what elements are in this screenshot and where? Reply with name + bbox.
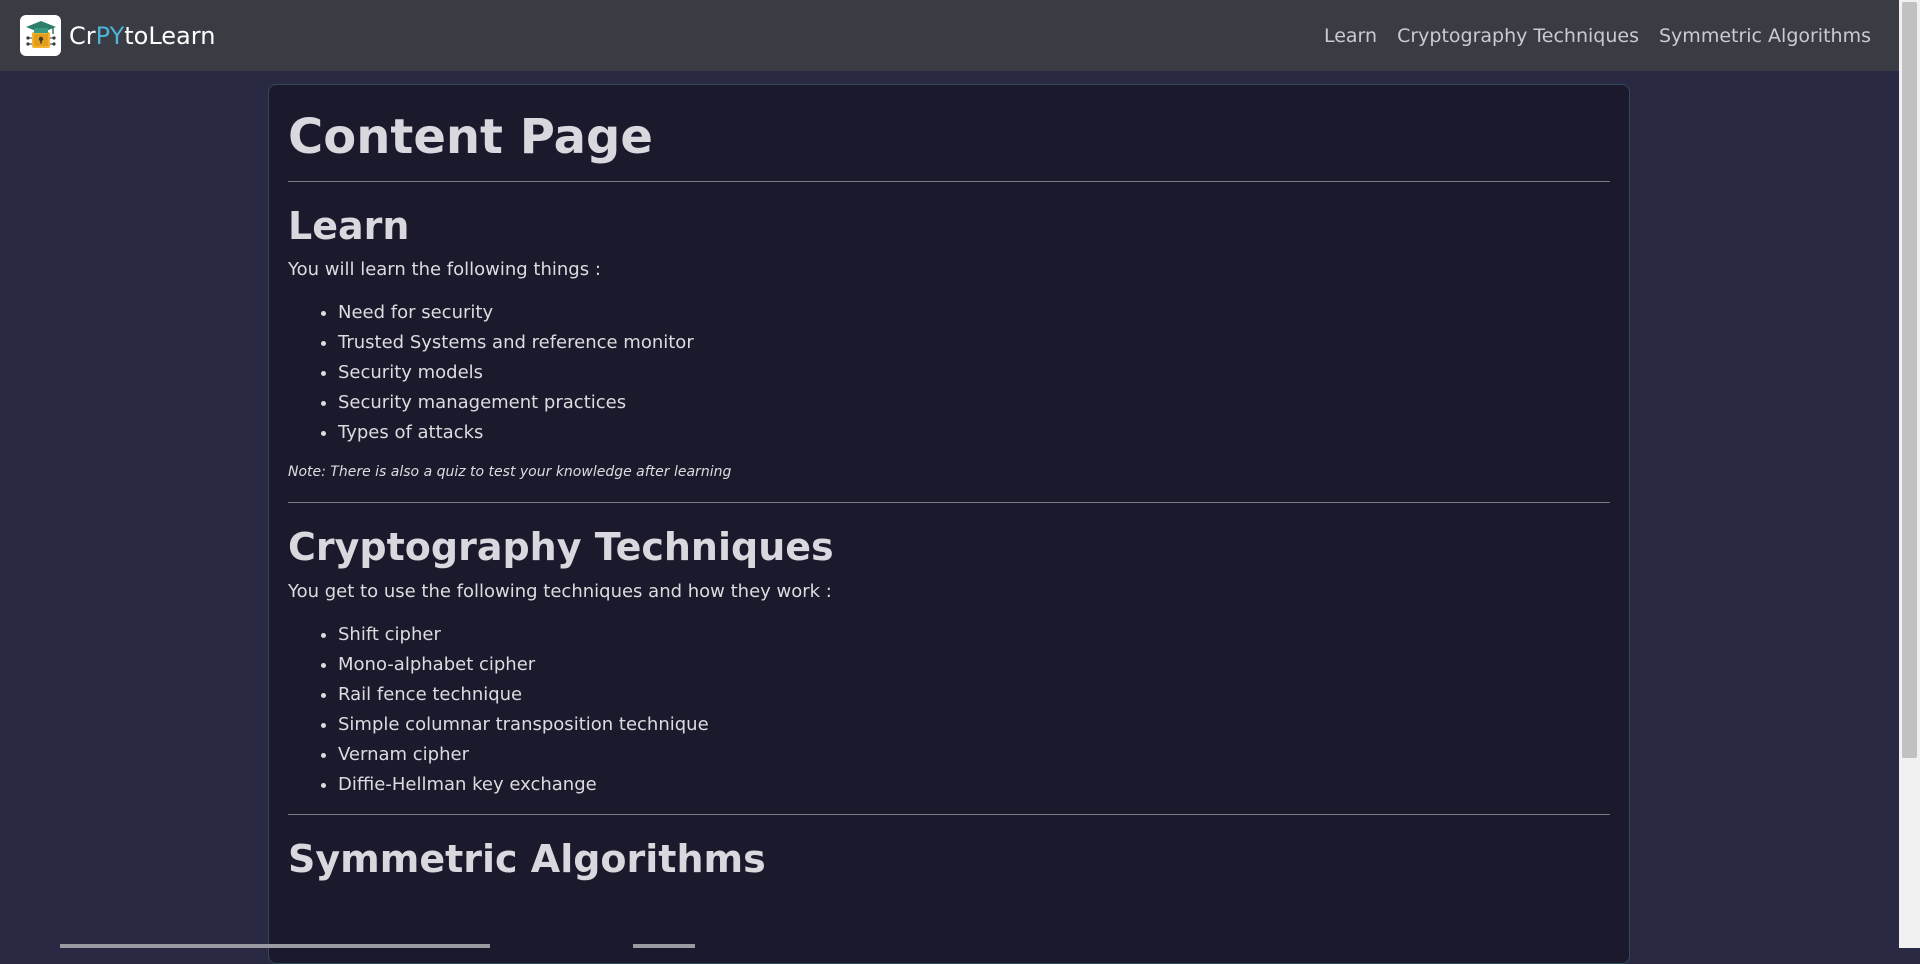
divider (288, 180, 1610, 182)
horizontal-scroll-indicator (633, 944, 695, 948)
brand-prefix: Cr (69, 21, 96, 50)
list-item: Trusted Systems and reference monitor (338, 328, 1610, 358)
divider (288, 502, 1610, 504)
horizontal-scroll-indicator (60, 944, 490, 948)
list-item: Diffie-Hellman key exchange (338, 770, 1610, 800)
page-title: Content Page (288, 109, 653, 165)
divider (288, 813, 1610, 815)
section-symmetric-algorithms: Symmetric Algorithms (288, 837, 1610, 883)
list-item: Security management practices (338, 388, 1610, 418)
brand-highlight: PY (95, 21, 125, 50)
brand-name[interactable]: CrPYtoLearn (69, 22, 215, 50)
section-intro: You will learn the following things : (288, 259, 601, 281)
nav-link-cryptography-techniques[interactable]: Cryptography Techniques (1397, 25, 1639, 47)
graduation-cap-lock-icon (20, 15, 61, 56)
brand-suffix: toLearn (124, 21, 216, 50)
list-item: Rail fence technique (338, 680, 1610, 710)
topic-list: Need for security Trusted Systems and re… (338, 298, 1610, 448)
section-intro: You get to use the following techniques … (288, 580, 832, 602)
top-navbar: CrPYtoLearn Learn Cryptography Technique… (0, 0, 1899, 71)
section-title: Learn (288, 203, 410, 248)
technique-list: Shift cipher Mono-alphabet cipher Rail f… (338, 620, 1610, 800)
list-item: Vernam cipher (338, 740, 1610, 770)
brand[interactable]: CrPYtoLearn (20, 15, 215, 56)
quiz-note: Note: There is also a quiz to test your … (288, 464, 732, 481)
list-item: Shift cipher (338, 620, 1610, 650)
content-card: Content Page Learn You will learn the fo… (268, 84, 1630, 964)
vertical-scrollbar[interactable] (1899, 0, 1920, 948)
list-item: Need for security (338, 298, 1610, 328)
nav-link-learn[interactable]: Learn (1324, 25, 1377, 47)
list-item: Types of attacks (338, 418, 1610, 448)
section-learn: Learn You will learn the following thing… (288, 204, 1610, 481)
scrollbar-thumb[interactable] (1902, 2, 1917, 758)
section-cryptography-techniques: Cryptography Techniques You get to use t… (288, 525, 1610, 800)
section-title: Cryptography Techniques (288, 525, 834, 570)
nav-links: Learn Cryptography Techniques Symmetric … (1324, 25, 1871, 47)
list-item: Security models (338, 358, 1610, 388)
nav-link-symmetric-algorithms[interactable]: Symmetric Algorithms (1659, 25, 1871, 47)
section-title: Symmetric Algorithms (288, 836, 766, 881)
list-item: Simple columnar transposition technique (338, 710, 1610, 740)
list-item: Mono-alphabet cipher (338, 650, 1610, 680)
